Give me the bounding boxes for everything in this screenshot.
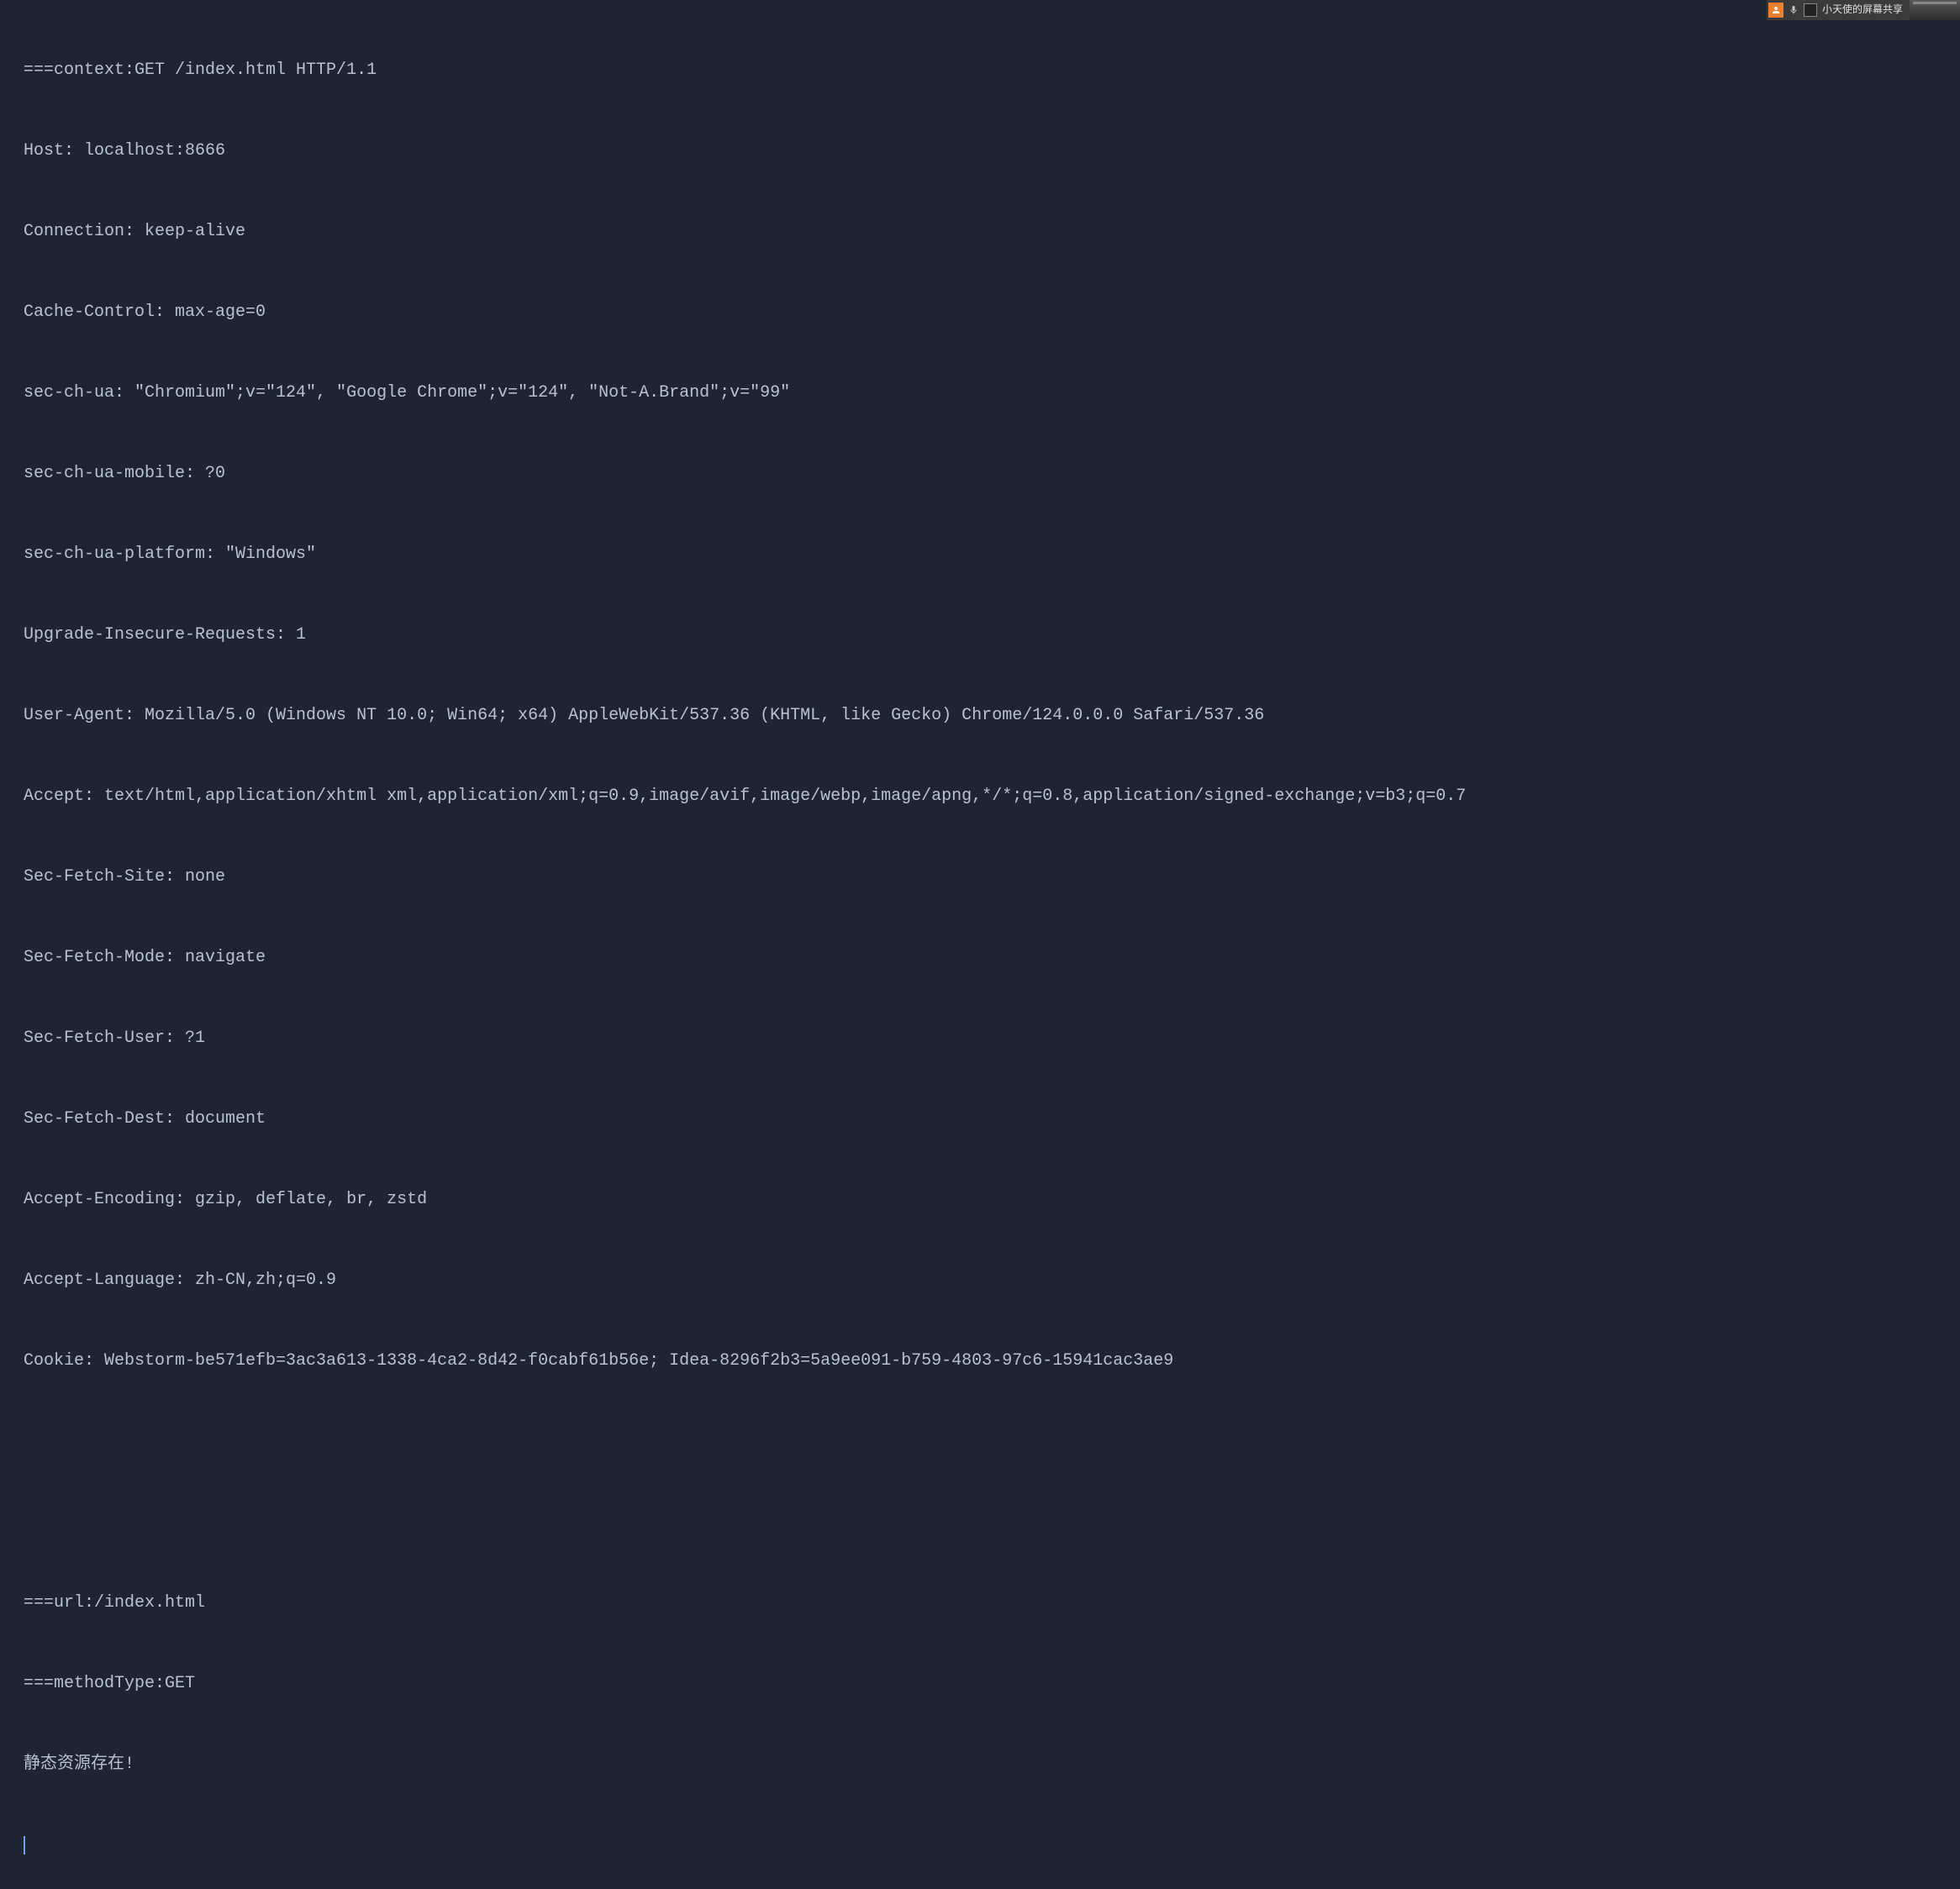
log-line: sec-ch-ua-platform: "Windows" (24, 541, 1936, 568)
log-line: Sec-Fetch-Site: none (24, 864, 1936, 891)
cursor-line (24, 1832, 1936, 1859)
log-line: ===context:GET /index.html HTTP/1.1 (24, 57, 1936, 84)
log-line: Sec-Fetch-Dest: document (24, 1106, 1936, 1133)
log-line: User-Agent: Mozilla/5.0 (Windows NT 10.0… (24, 702, 1936, 729)
log-line: Accept: text/html,application/xhtml xml,… (24, 783, 1936, 810)
log-line: ===url:/index.html (24, 1590, 1936, 1617)
screen-share-widget[interactable]: 小天使的屏幕共享 (1767, 0, 1960, 20)
log-line: Accept-Encoding: gzip, deflate, br, zstd (24, 1187, 1936, 1213)
log-line: Cache-Control: max-age=0 (24, 299, 1936, 326)
log-line: Cookie: Webstorm-be571efb=3ac3a613-1338-… (24, 1348, 1936, 1375)
log-line (24, 1509, 1936, 1536)
text-cursor (24, 1836, 25, 1855)
log-line: ===methodType:GET (24, 1671, 1936, 1697)
log-line: Host: localhost:8666 (24, 138, 1936, 165)
share-label: 小天使的屏幕共享 (1819, 2, 1906, 18)
avatar-icon (1768, 3, 1783, 18)
log-line: Upgrade-Insecure-Requests: 1 (24, 622, 1936, 649)
log-line: Sec-Fetch-Mode: navigate (24, 944, 1936, 971)
log-line: sec-ch-ua: "Chromium";v="124", "Google C… (24, 380, 1936, 407)
log-line: 静态资源存在! (24, 1751, 1936, 1778)
log-line: Sec-Fetch-User: ?1 (24, 1025, 1936, 1052)
log-line: Accept-Language: zh-CN,zh;q=0.9 (24, 1267, 1936, 1294)
log-line (24, 1429, 1936, 1455)
console-output[interactable]: ===context:GET /index.html HTTP/1.1 Host… (0, 0, 1960, 1889)
share-window-preview (1910, 0, 1960, 20)
log-line: Connection: keep-alive (24, 218, 1936, 245)
screen-icon (1804, 3, 1817, 17)
microphone-icon (1787, 3, 1800, 17)
log-line: sec-ch-ua-mobile: ?0 (24, 460, 1936, 487)
